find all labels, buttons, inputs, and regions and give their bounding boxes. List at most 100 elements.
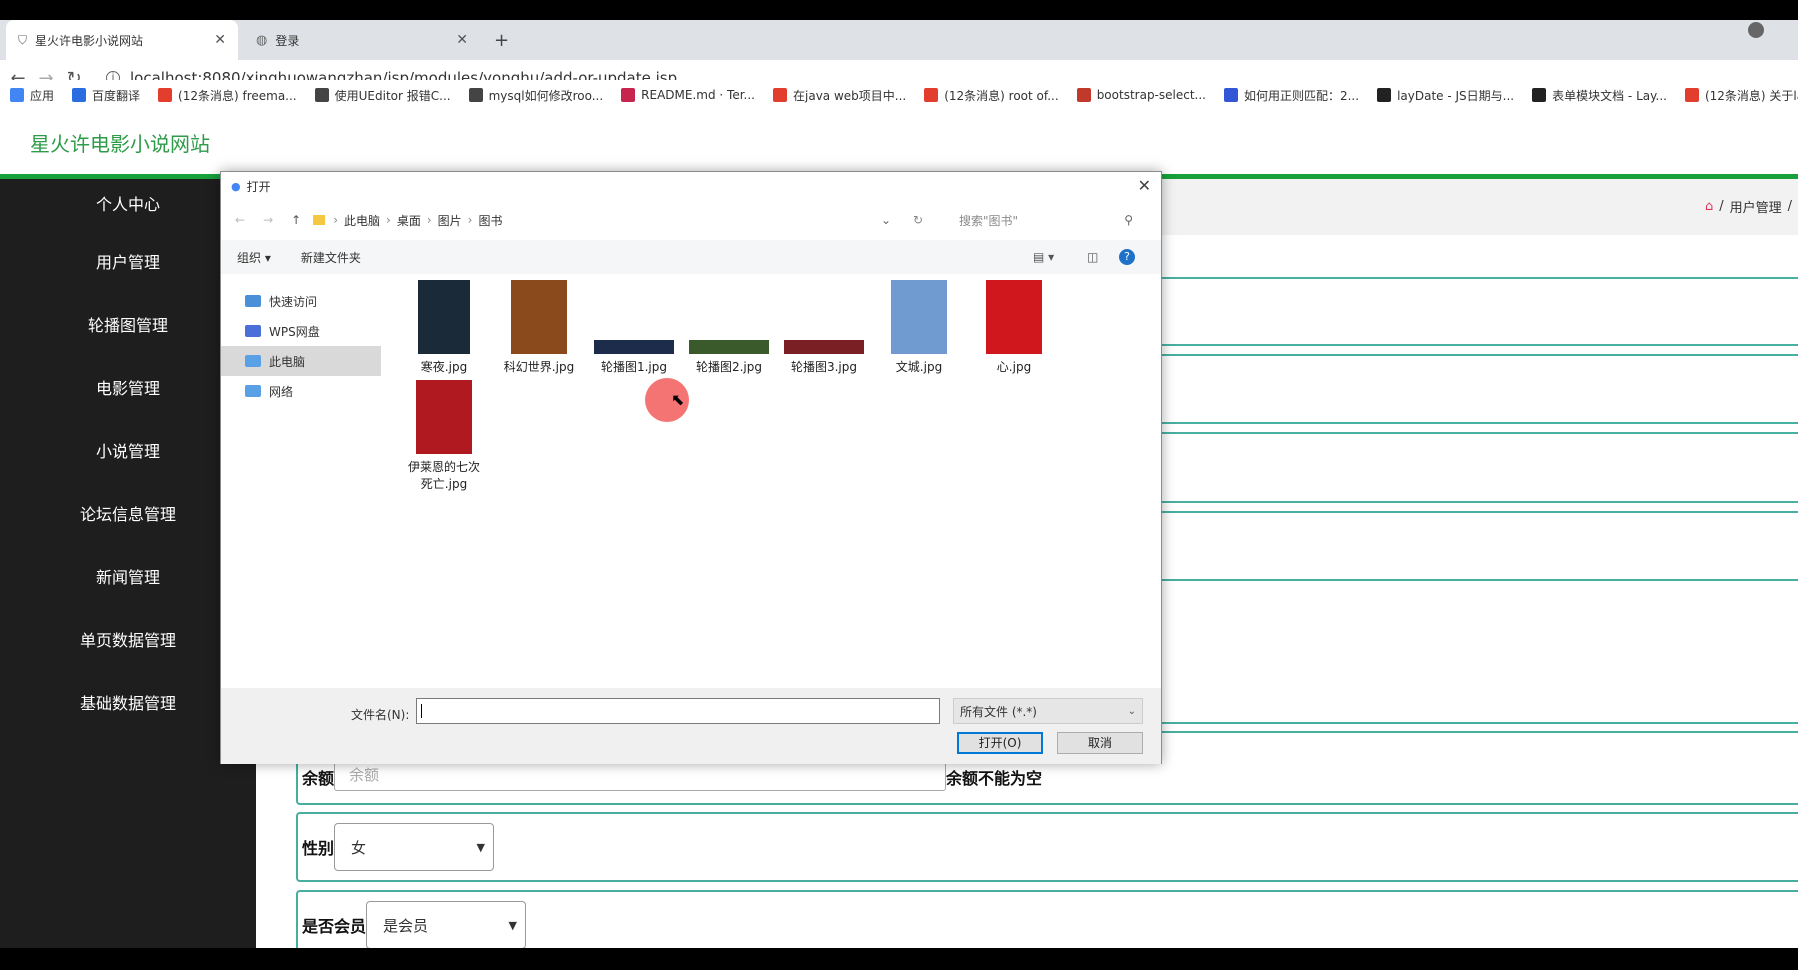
dialog-close-button[interactable]: ✕ xyxy=(1138,176,1151,195)
file-name: 轮播图3.jpg xyxy=(790,360,858,374)
sidebar-item[interactable]: 个人中心 xyxy=(0,179,256,231)
sidebar-item[interactable]: 电影管理 xyxy=(0,357,256,420)
bookmark-item[interactable]: 百度翻译 xyxy=(72,87,140,104)
file-item[interactable]: 科幻世界.jpg xyxy=(491,280,587,375)
dialog-search[interactable]: 搜索"图书" ⚲ xyxy=(951,208,1141,232)
dialog-nav-pane: 快速访问 WPS网盘 此电脑网络 xyxy=(221,274,381,694)
form-row-gender: 性别 女 ▼ xyxy=(296,812,1798,882)
view-options-icon[interactable]: ▤ ▾ xyxy=(1033,250,1054,264)
preview-pane-icon[interactable]: ◫ xyxy=(1087,250,1098,264)
bookmarks-bar: 应用 百度翻译 (12条消息) freema... 使用UEditor 报错C... m… xyxy=(0,80,1798,110)
nav-pane-icon xyxy=(245,385,261,397)
bookmark-item[interactable]: bootstrap-select... xyxy=(1076,88,1206,102)
file-thumbnail xyxy=(986,280,1042,354)
up-icon[interactable]: ↑ xyxy=(291,213,301,227)
nav-pane-label: 网络 xyxy=(269,384,294,399)
home-icon[interactable]: ⌂ xyxy=(1705,199,1713,214)
bookmark-icon xyxy=(1223,88,1238,102)
close-icon[interactable]: ✕ xyxy=(214,32,226,48)
bookmark-item[interactable]: README.md · Ter... xyxy=(621,88,755,102)
tab-site[interactable]: ⛉ 星火许电影小说网站 ✕ xyxy=(6,20,238,60)
profile-icon[interactable] xyxy=(1748,22,1764,38)
path-dropdown-icon[interactable]: ⌄ xyxy=(881,213,891,227)
sidebar-item[interactable]: 基础数据管理 xyxy=(0,672,256,735)
file-open-dialog: ● 打开 ✕ ← → ↑ › 此电脑 › 桌面 › 图片 › 图书 ⌄ ↻ 搜索… xyxy=(220,171,1162,764)
path-crumb[interactable]: 图片 xyxy=(438,212,462,229)
file-item[interactable]: 轮播图1.jpg xyxy=(586,340,682,375)
new-tab-button[interactable]: + xyxy=(494,30,509,51)
file-item[interactable]: 伊莱恩的七次死亡.jpg xyxy=(396,380,492,492)
sidebar-item[interactable]: 论坛信息管理 xyxy=(0,483,256,546)
breadcrumb-current[interactable]: 用户管理 xyxy=(1730,197,1782,216)
nav-pane-icon xyxy=(245,325,261,337)
member-value: 是会员 xyxy=(383,916,429,935)
refresh-icon[interactable]: ↻ xyxy=(913,213,923,227)
form-divider xyxy=(1156,511,1798,513)
close-icon[interactable]: ✕ xyxy=(456,32,468,48)
bookmark-item[interactable]: mysql如何修改roo... xyxy=(468,87,603,104)
bookmark-item[interactable]: (12条消息) freema... xyxy=(158,87,297,104)
file-grid: 寒夜.jpg 科幻世界.jpg 轮播图1.jpg 轮播图2.jpg 轮播图3.jpg 文城… xyxy=(396,280,1156,690)
file-item[interactable]: 文城.jpg xyxy=(871,280,967,375)
file-item[interactable]: 心.jpg xyxy=(966,280,1062,375)
nav-pane-item[interactable]: WPS网盘 xyxy=(221,316,381,346)
help-icon[interactable]: ? xyxy=(1119,249,1135,265)
file-name: 轮播图1.jpg xyxy=(600,360,668,374)
nav-pane-icon xyxy=(245,355,261,367)
bookmark-item[interactable]: (12条消息) 关于lay xyxy=(1684,87,1798,104)
new-folder-button[interactable]: 新建文件夹 xyxy=(301,249,361,266)
form-divider xyxy=(1156,422,1798,424)
file-thumbnail xyxy=(689,340,769,354)
form-divider xyxy=(1156,731,1798,733)
form-divider xyxy=(1156,501,1798,503)
dialog-navbar: ← → ↑ › 此电脑 › 桌面 › 图片 › 图书 ⌄ ↻ 搜索"图书" ⚲ xyxy=(221,200,1161,240)
file-item[interactable]: 轮播图3.jpg xyxy=(776,340,872,375)
sidebar-item[interactable]: 小说管理 xyxy=(0,420,256,483)
file-thumbnail xyxy=(418,280,470,354)
gender-select[interactable]: 女 ▼ xyxy=(334,823,495,871)
cancel-button[interactable]: 取消 xyxy=(1057,732,1143,754)
bookmark-item[interactable]: 使用UEditor 报错C... xyxy=(314,87,451,104)
mouse-cursor-icon: ⬉ xyxy=(671,390,685,409)
search-placeholder: 搜索"图书" xyxy=(959,213,1019,228)
open-button[interactable]: 打开(O) xyxy=(957,732,1043,754)
bookmark-icon xyxy=(1684,88,1699,102)
breadcrumb-separator: / xyxy=(1719,199,1724,214)
dialog-toolbar: 组织 ▾ 新建文件夹 ▤ ▾ ◫ ? xyxy=(221,240,1161,274)
bookmark-item[interactable]: 表单模块文档 - Lay... xyxy=(1532,87,1667,104)
bookmark-label: 应用 xyxy=(30,88,55,103)
bookmark-label: 使用UEditor 报错C... xyxy=(334,88,451,103)
nav-pane-item[interactable]: 此电脑 xyxy=(221,346,381,376)
bookmark-icon xyxy=(314,88,329,102)
bookmark-item[interactable]: 应用 xyxy=(10,87,54,104)
form-divider xyxy=(1156,579,1798,581)
chevron-down-icon: ▼ xyxy=(476,840,486,854)
file-item[interactable]: 轮播图2.jpg xyxy=(681,340,777,375)
nav-pane-item[interactable]: 快速访问 xyxy=(221,286,381,316)
filetype-select[interactable]: 所有文件 (*.*) ⌄ xyxy=(953,698,1143,724)
path-crumb[interactable]: 图书 xyxy=(478,212,502,229)
sidebar-item[interactable]: 新闻管理 xyxy=(0,546,256,609)
bookmark-label: README.md · Ter... xyxy=(641,88,755,102)
tab-login[interactable]: ◍ 登录 ✕ xyxy=(244,20,480,60)
sidebar-item[interactable]: 单页数据管理 xyxy=(0,609,256,672)
path-crumb[interactable]: 桌面 xyxy=(397,212,421,229)
nav-pane-item[interactable]: 网络 xyxy=(221,376,381,406)
bookmark-item[interactable]: layDate - JS日期与... xyxy=(1377,87,1514,104)
bookmark-item[interactable]: 在java web项目中... xyxy=(773,87,906,104)
form-row-balance: 余额 余额 余额不能为空 xyxy=(296,757,1798,805)
file-item[interactable]: 寒夜.jpg xyxy=(396,280,492,375)
path-separator: › xyxy=(386,213,391,227)
sidebar-item[interactable]: 轮播图管理 xyxy=(0,294,256,357)
organize-button[interactable]: 组织 ▾ xyxy=(237,249,271,266)
bookmark-label: (12条消息) 关于lay xyxy=(1704,88,1798,103)
filename-input[interactable] xyxy=(416,698,940,724)
back-icon[interactable]: ← xyxy=(235,213,245,227)
bookmark-item[interactable]: 如何用正则匹配：2... xyxy=(1223,87,1359,104)
sidebar: 个人中心 用户管理 轮播图管理 电影管理 小说管理 论坛信息管理 新闻管理 单页数据管理 基础数… xyxy=(0,179,256,949)
member-select[interactable]: 是会员 ▼ xyxy=(366,901,527,949)
path-crumb[interactable]: 此电脑 xyxy=(344,212,380,229)
bookmark-item[interactable]: (12条消息) root of... xyxy=(924,87,1059,104)
sidebar-item[interactable]: 用户管理 xyxy=(0,231,256,294)
forward-icon[interactable]: → xyxy=(263,213,273,227)
